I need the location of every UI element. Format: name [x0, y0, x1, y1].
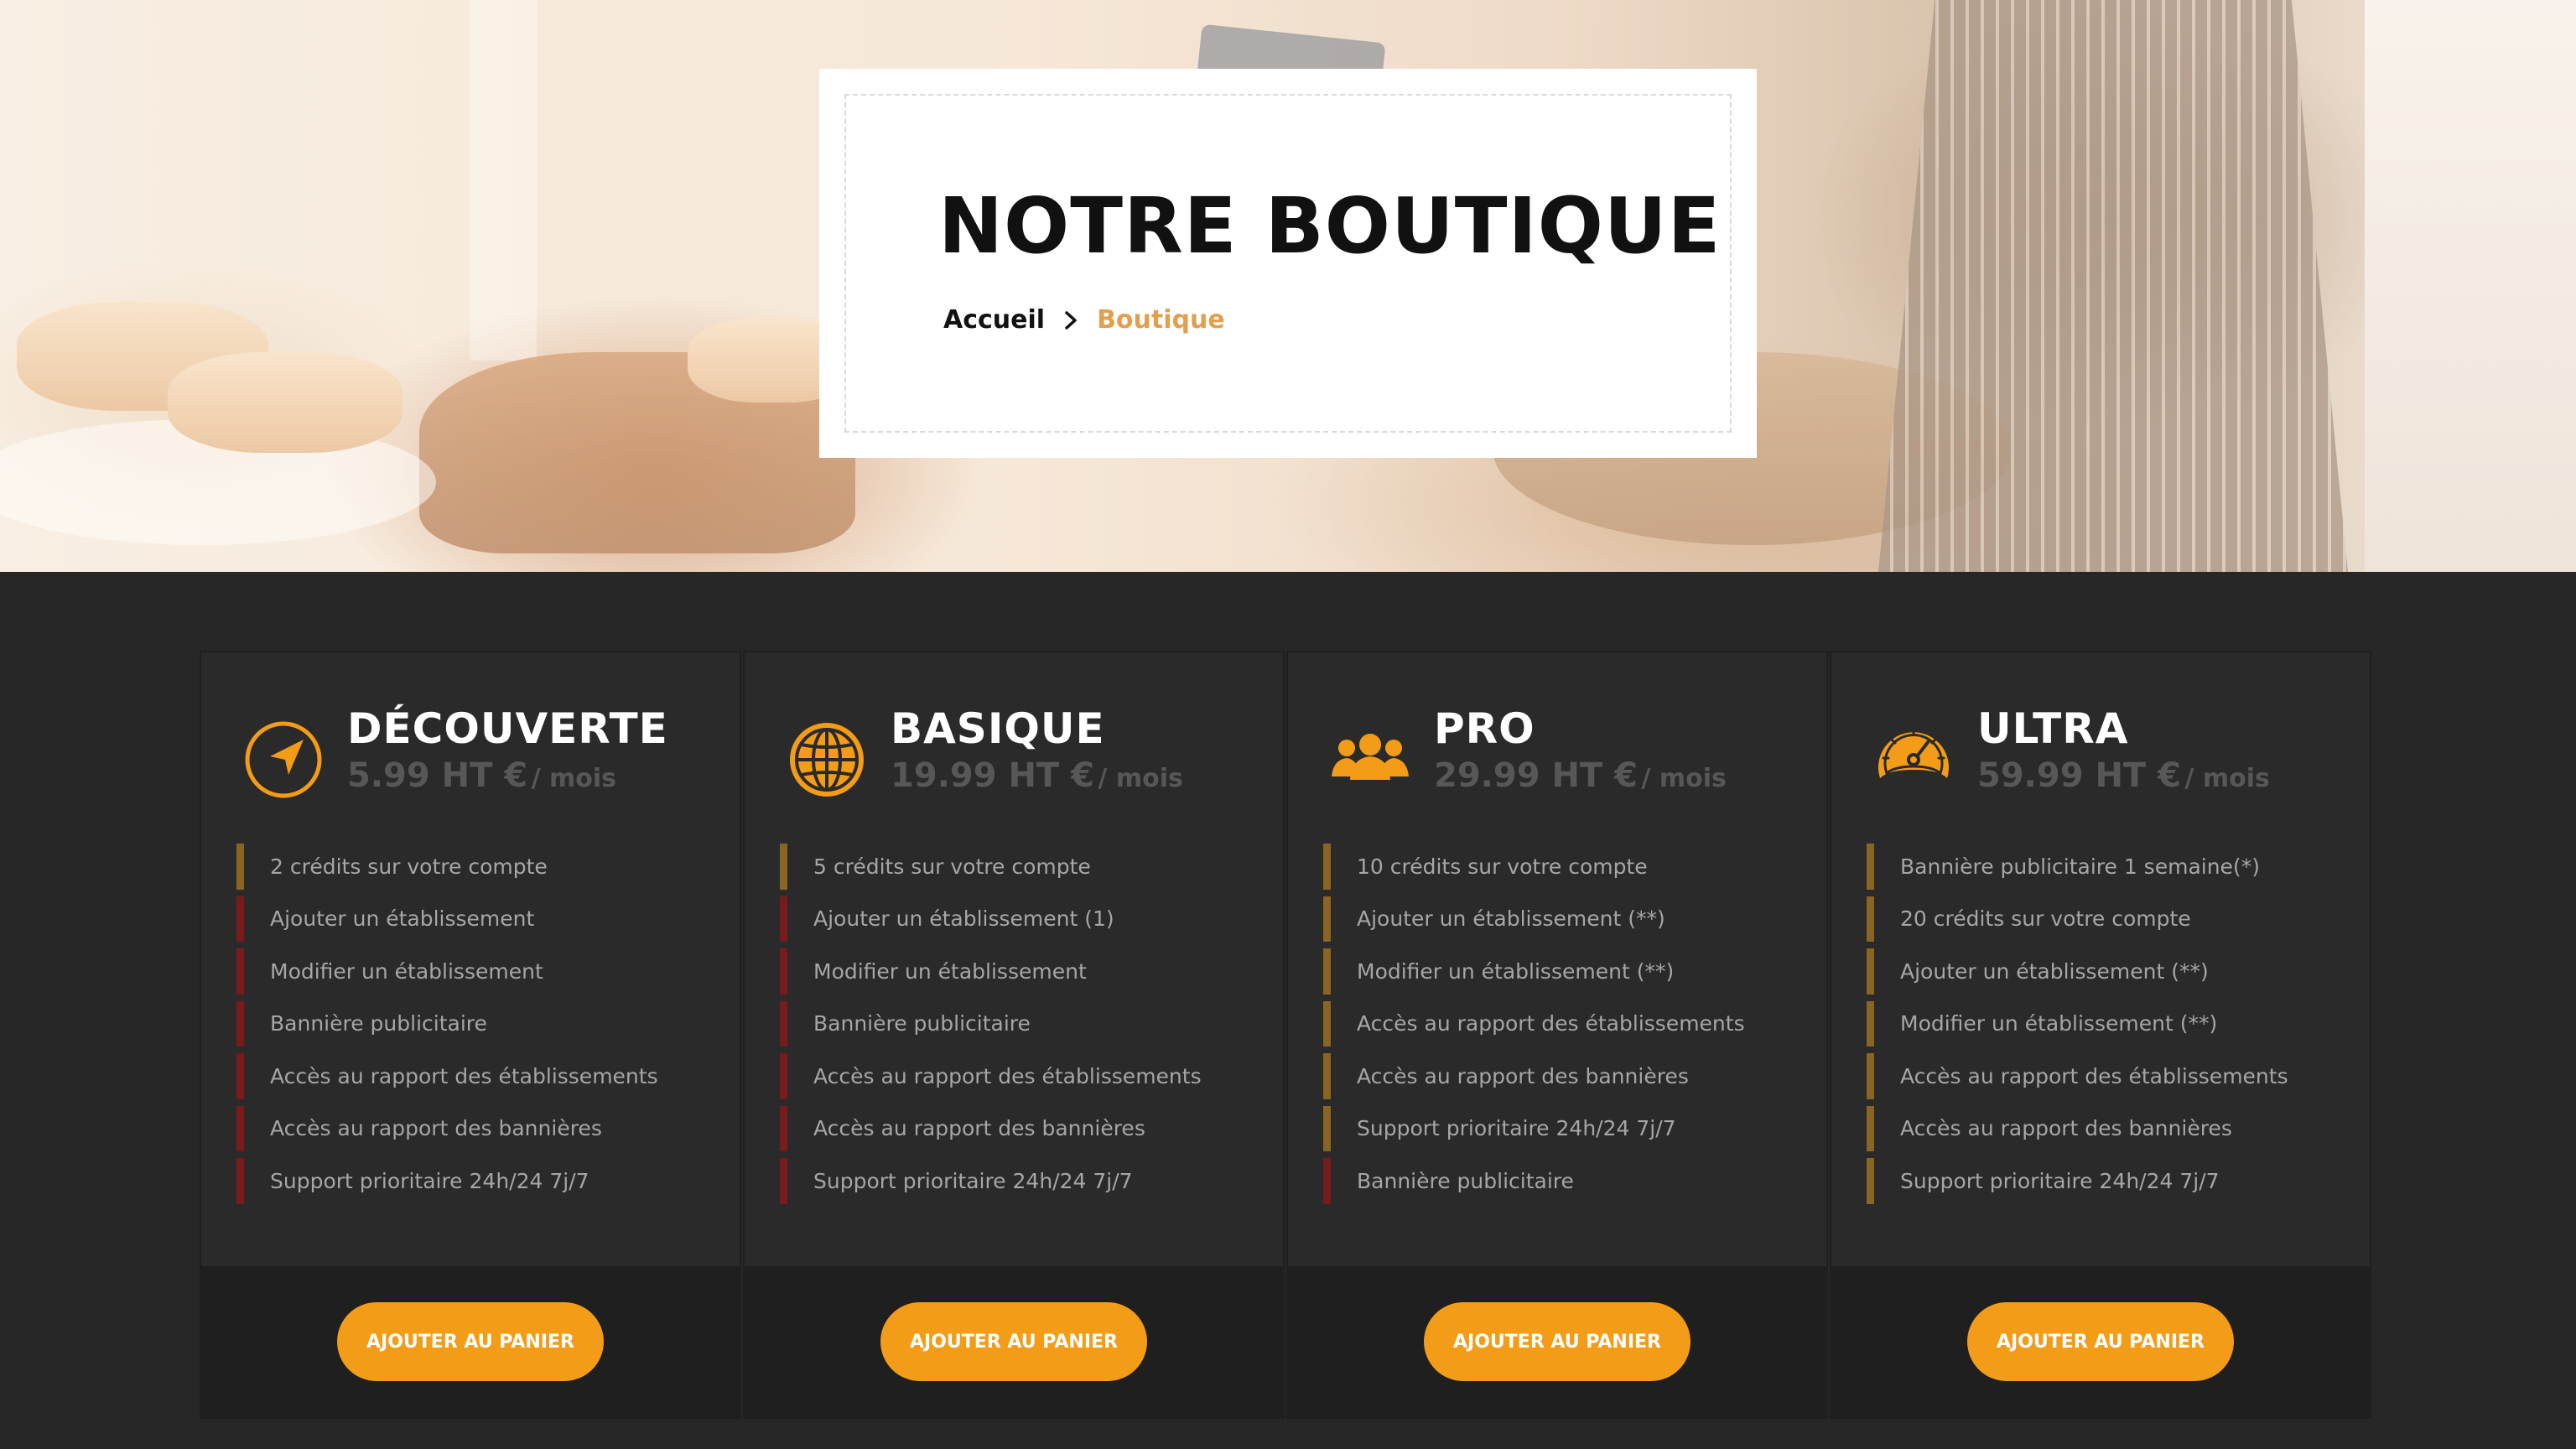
- plan-price-amount: 29.99 HT €: [1434, 756, 1638, 795]
- plan-header: ULTRA 59.99 HT € / mois: [1872, 704, 2353, 802]
- plan-footer: AJOUTER AU PANIER: [1288, 1266, 1826, 1417]
- plan-feature-excluded: Ajouter un établissement (1): [780, 893, 1266, 946]
- globe-icon: [790, 723, 864, 797]
- breadcrumb: Accueil Boutique: [943, 305, 1225, 335]
- plan-feature-excluded: Accès au rapport des bannières: [780, 1103, 1266, 1156]
- plan-feature-included: 20 crédits sur votre compte: [1867, 893, 2353, 946]
- plan-feature-included: Modifier un établissement (**): [1323, 945, 1810, 998]
- plan-price-amount: 59.99 HT €: [1977, 756, 2181, 795]
- plan-header: BASIQUE 19.99 HT € / mois: [785, 704, 1266, 802]
- plan-name: DÉCOUVERTE: [347, 704, 668, 753]
- plan-feature-included: 10 crédits sur votre compte: [1323, 840, 1810, 893]
- plan-price-period: / mois: [531, 764, 617, 793]
- plan-feature-included: Modifier un établissement (**): [1867, 998, 2353, 1051]
- plan-price-period: / mois: [2184, 764, 2270, 793]
- plan-feature-excluded: Ajouter un établissement: [236, 893, 723, 946]
- plan-price-amount: 5.99 HT €: [347, 756, 528, 795]
- plan-feature-included: Accès au rapport des établissements: [1323, 998, 1810, 1051]
- plan-header: PRO 29.99 HT € / mois: [1328, 704, 1810, 802]
- page-title-frame: NOTRE BOUTIQUE Accueil Boutique: [844, 94, 1732, 433]
- add-to-cart-button[interactable]: AJOUTER AU PANIER: [1424, 1302, 1690, 1381]
- plan-footer: AJOUTER AU PANIER: [745, 1266, 1283, 1417]
- plan-feature-excluded: Modifier un établissement: [780, 945, 1266, 998]
- plan-feature-included: Support prioritaire 24h/24 7j/7: [1323, 1103, 1810, 1156]
- plan-feature-excluded: Bannière publicitaire: [236, 998, 723, 1051]
- plan-feature-included: Accès au rapport des bannières: [1867, 1103, 2353, 1156]
- plan-feature-excluded: Accès au rapport des établissements: [236, 1050, 723, 1103]
- plan-feature-excluded: Support prioritaire 24h/24 7j/7: [236, 1155, 723, 1208]
- speedometer-icon: [1878, 728, 1949, 778]
- plan-feature-excluded: Bannière publicitaire: [780, 998, 1266, 1051]
- plan-feature-excluded: Bannière publicitaire: [1323, 1155, 1810, 1208]
- breadcrumb-home-link[interactable]: Accueil: [943, 305, 1045, 335]
- pricing-plans: DÉCOUVERTE 5.99 HT € / mois 2 crédits su…: [201, 652, 2370, 1417]
- plan-feature-excluded: Accès au rapport des bannières: [236, 1103, 723, 1156]
- plan-feature-included: Accès au rapport des établissements: [1867, 1050, 2353, 1103]
- plan-footer: AJOUTER AU PANIER: [201, 1266, 740, 1417]
- plan-price: 59.99 HT € / mois: [1977, 756, 2270, 795]
- plan-feature-included: Ajouter un établissement (**): [1323, 893, 1810, 946]
- page-title: NOTRE BOUTIQUE: [938, 181, 1722, 271]
- add-to-cart-button[interactable]: AJOUTER AU PANIER: [337, 1302, 604, 1381]
- hero-banner: NOTRE BOUTIQUE Accueil Boutique: [0, 0, 2576, 572]
- plan-feature-included: Support prioritaire 24h/24 7j/7: [1867, 1155, 2353, 1208]
- page-title-box: NOTRE BOUTIQUE Accueil Boutique: [819, 69, 1757, 458]
- plan-feature-list: 2 crédits sur votre compte Ajouter un ét…: [236, 840, 723, 1208]
- plan-feature-list: 5 crédits sur votre compte Ajouter un ét…: [780, 840, 1266, 1208]
- add-to-cart-button[interactable]: AJOUTER AU PANIER: [880, 1302, 1147, 1381]
- plan-feature-excluded: Support prioritaire 24h/24 7j/7: [780, 1155, 1266, 1208]
- plan-feature-included: 2 crédits sur votre compte: [236, 840, 723, 893]
- plan-card-ultra: ULTRA 59.99 HT € / mois Bannière publici…: [1831, 652, 2370, 1417]
- plan-feature-included: 5 crédits sur votre compte: [780, 840, 1266, 893]
- plan-price: 29.99 HT € / mois: [1434, 756, 1727, 795]
- plan-header: DÉCOUVERTE 5.99 HT € / mois: [242, 704, 723, 802]
- plan-feature-included: Accès au rapport des bannières: [1323, 1050, 1810, 1103]
- plan-price-amount: 19.99 HT €: [891, 756, 1094, 795]
- plan-feature-excluded: Modifier un établissement: [236, 945, 723, 998]
- plan-card-decouverte: DÉCOUVERTE 5.99 HT € / mois 2 crédits su…: [201, 652, 740, 1417]
- users-group-icon: [1332, 734, 1409, 780]
- plan-price: 5.99 HT € / mois: [347, 756, 668, 795]
- plan-card-pro: PRO 29.99 HT € / mois 10 crédits sur vot…: [1288, 652, 1826, 1417]
- plan-feature-list: 10 crédits sur votre compte Ajouter un é…: [1323, 840, 1810, 1208]
- plan-name: ULTRA: [1977, 704, 2129, 753]
- plan-footer: AJOUTER AU PANIER: [1831, 1266, 2370, 1417]
- plan-price-period: / mois: [1098, 764, 1183, 793]
- add-to-cart-button[interactable]: AJOUTER AU PANIER: [1967, 1302, 2234, 1381]
- plan-feature-excluded: Accès au rapport des établissements: [780, 1050, 1266, 1103]
- plan-feature-included: Bannière publicitaire 1 semaine(*): [1867, 840, 2353, 893]
- plan-name: PRO: [1434, 704, 1535, 753]
- plan-price-period: / mois: [1641, 764, 1727, 793]
- plan-name: BASIQUE: [891, 704, 1105, 753]
- plan-price: 19.99 HT € / mois: [891, 756, 1183, 795]
- plan-feature-included: Ajouter un établissement (**): [1867, 945, 2353, 998]
- navigation-arrow-icon: [245, 721, 322, 798]
- plan-feature-list: Bannière publicitaire 1 semaine(*) 20 cr…: [1867, 840, 2353, 1208]
- breadcrumb-current: Boutique: [1097, 305, 1225, 335]
- plan-card-basique: BASIQUE 19.99 HT € / mois 5 crédits sur …: [745, 652, 1283, 1417]
- chevron-right-icon: [1065, 310, 1077, 330]
